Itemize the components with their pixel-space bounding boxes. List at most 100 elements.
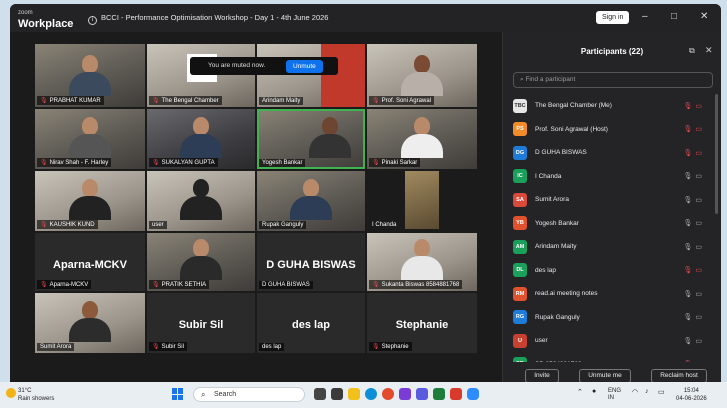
scrollbar[interactable] bbox=[715, 94, 718, 214]
file-explorer-icon[interactable] bbox=[348, 388, 360, 400]
unmute-button[interactable]: Unmute bbox=[286, 60, 323, 73]
participant-search-input[interactable]: ⌕ Find a participant bbox=[513, 72, 713, 88]
video-tile[interactable]: 🎙︎ Nirav Shah - F. Harley bbox=[35, 109, 145, 169]
participant-video bbox=[69, 117, 111, 158]
video-tile[interactable]: user bbox=[147, 171, 255, 231]
tile-label: 🎙︎ Nirav Shah - F. Harley bbox=[37, 158, 112, 167]
tile-label: 🎙︎ Prof. Soni Agrawal bbox=[369, 96, 434, 105]
participant-name: Prof. Soni Agrawal (Host) bbox=[535, 125, 608, 133]
video-tile[interactable]: 🎙︎ KAUSHIK KUND bbox=[35, 171, 145, 231]
excel-icon[interactable] bbox=[433, 388, 445, 400]
info-icon[interactable]: i bbox=[88, 16, 97, 25]
participant-row[interactable]: TBC The Bengal Chamber (Me) 🎙︎▭ bbox=[513, 94, 713, 118]
start-button[interactable] bbox=[172, 388, 184, 400]
zoom-taskbar-icon[interactable] bbox=[467, 388, 479, 400]
video-tile-active-speaker[interactable]: Yogesh Bankar bbox=[257, 109, 365, 169]
participant-video bbox=[180, 179, 222, 220]
video-tile[interactable]: Arindam Maity bbox=[257, 44, 365, 107]
video-tile[interactable]: 🎙︎ The Bengal Chamber bbox=[147, 44, 255, 107]
title-bar: zoom Workplace i BCCI - Performance Optim… bbox=[10, 4, 721, 32]
participant-row[interactable]: AM Arindam Maity 🎙︎▭ bbox=[513, 235, 713, 259]
participant-row[interactable]: RG Rupak Ganguly 🎙︎▭ bbox=[513, 306, 713, 330]
mic-camera-status-icon: 🎙︎▭ bbox=[683, 220, 705, 228]
avatar: RG bbox=[513, 310, 527, 325]
zoom-logo: zoom Workplace bbox=[18, 8, 73, 30]
teams-icon[interactable] bbox=[416, 388, 428, 400]
tile-label: Arindam Maity bbox=[259, 97, 304, 105]
close-icon[interactable]: ✕ bbox=[700, 12, 708, 22]
windows-taskbar: 31°C Rain showers ⌕ Search ⌃ ● ENG IN ◠ ♪… bbox=[0, 382, 727, 408]
task-view-icon[interactable] bbox=[314, 388, 326, 400]
video-tile[interactable]: I Chanda bbox=[367, 171, 477, 231]
video-tile[interactable]: D GUHA BISWAS D GUHA BISWAS bbox=[257, 233, 365, 291]
app-icon[interactable] bbox=[450, 388, 462, 400]
participant-name: SB 8584881768 bbox=[535, 361, 582, 362]
video-tile[interactable]: 🎙︎ SUKALYAN GUPTA bbox=[147, 109, 255, 169]
participant-row[interactable]: SB SB 8584881768 🎙︎▭ bbox=[513, 353, 713, 362]
avatar: IC bbox=[513, 169, 527, 184]
video-tile[interactable]: des lap des lap bbox=[257, 293, 365, 353]
video-tile[interactable]: 🎙︎ PRABHAT KUMAR bbox=[35, 44, 145, 107]
system-clock[interactable]: 15:04 04-06-2026 bbox=[676, 387, 707, 403]
search-icon: ⌕ bbox=[201, 390, 206, 399]
sign-in-button[interactable]: Sign in bbox=[596, 11, 630, 24]
video-tile[interactable]: 🎙︎ Sukanta Biswas 8584881768 bbox=[367, 233, 477, 291]
participant-name: Subir Sil bbox=[178, 319, 224, 332]
mic-off-icon: 🎙︎ bbox=[372, 98, 380, 104]
language-indicator[interactable]: ENG IN bbox=[608, 388, 621, 402]
widgets-icon[interactable] bbox=[331, 388, 343, 400]
participant-row[interactable]: PS Prof. Soni Agrawal (Host) 🎙︎▭ bbox=[513, 118, 713, 142]
minimize-icon[interactable]: – bbox=[642, 12, 648, 22]
tile-label: 🎙︎ SUKALYAN GUPTA bbox=[149, 158, 218, 167]
tile-label: I Chanda bbox=[372, 222, 397, 228]
participant-name: user bbox=[535, 337, 548, 345]
video-tile[interactable]: Rupak Ganguly bbox=[257, 171, 365, 231]
participant-video bbox=[401, 117, 443, 158]
video-tile[interactable]: Aparna-MCKV 🎙︎ Aparna-MCKV bbox=[35, 233, 145, 291]
store-icon[interactable] bbox=[399, 388, 411, 400]
tray-app-icon[interactable]: ● bbox=[592, 388, 596, 395]
video-tile[interactable]: Sumit Arora bbox=[35, 293, 145, 353]
participant-row[interactable]: DL des lap 🎙︎▭ bbox=[513, 259, 713, 283]
taskbar-search[interactable]: ⌕ Search bbox=[193, 387, 305, 402]
avatar: SB bbox=[513, 357, 527, 362]
participant-row[interactable]: Uuser 🎙︎▭ bbox=[513, 329, 713, 353]
avatar: SA bbox=[513, 192, 527, 207]
maximize-icon[interactable]: □ bbox=[671, 12, 677, 22]
tray-chevron-icon[interactable]: ⌃ bbox=[577, 388, 583, 396]
participant-name: I Chanda bbox=[535, 172, 562, 180]
participant-video bbox=[69, 179, 111, 220]
video-tile[interactable]: 🎙︎ Pinaki Sarkar bbox=[367, 109, 477, 169]
weather-widget[interactable]: 31°C Rain showers bbox=[6, 387, 54, 403]
wifi-icon[interactable]: ◠ bbox=[632, 388, 638, 396]
participant-row[interactable]: DG D GUHA BISWAS 🎙︎▭ bbox=[513, 141, 713, 165]
reclaim-host-button[interactable]: Reclaim host bbox=[651, 369, 707, 383]
volume-icon[interactable]: ♪ bbox=[645, 388, 649, 395]
video-tile[interactable]: 🎙︎ PRATIK SETHIA bbox=[147, 233, 255, 291]
tile-label: 🎙︎ PRATIK SETHIA bbox=[149, 280, 210, 289]
video-tile[interactable]: Stephanie 🎙︎ Stephanie bbox=[367, 293, 477, 353]
mic-off-icon: 🎙︎ bbox=[40, 160, 48, 166]
edge-icon[interactable] bbox=[365, 388, 377, 400]
close-panel-icon[interactable]: ✕ bbox=[705, 45, 713, 56]
video-tile[interactable]: 🎙︎ Prof. Soni Agrawal bbox=[367, 44, 477, 107]
unmute-me-button[interactable]: Unmute me bbox=[579, 369, 631, 383]
video-tile[interactable]: Subir Sil 🎙︎ Subir Sil bbox=[147, 293, 255, 353]
participant-name: D GUHA BISWAS bbox=[535, 149, 587, 157]
battery-icon[interactable]: ▭ bbox=[658, 388, 665, 396]
participant-row[interactable]: YB Yogesh Bankar 🎙︎▭ bbox=[513, 212, 713, 236]
chrome-icon[interactable] bbox=[382, 388, 394, 400]
participant-row[interactable]: SA Sumit Arora 🎙︎▭ bbox=[513, 188, 713, 212]
popout-icon[interactable]: ⧉ bbox=[689, 46, 695, 56]
tile-label: D GUHA BISWAS bbox=[259, 281, 313, 289]
participant-video bbox=[69, 301, 111, 342]
participant-row[interactable]: RM read.ai meeting notes 🎙︎▭ bbox=[513, 282, 713, 306]
mic-camera-status-icon: 🎙︎▭ bbox=[683, 290, 705, 298]
mic-off-icon: 🎙︎ bbox=[40, 222, 48, 228]
invite-button[interactable]: Invite bbox=[525, 369, 559, 383]
participant-row[interactable]: IC I Chanda 🎙︎▭ bbox=[513, 165, 713, 189]
mic-camera-status-icon: 🎙︎▭ bbox=[683, 173, 705, 181]
tile-label: 🎙︎ PRABHAT KUMAR bbox=[37, 96, 104, 105]
meeting-title: BCCI - Performance Optimisation Workshop… bbox=[101, 13, 329, 22]
temperature: 31°C bbox=[18, 388, 32, 394]
